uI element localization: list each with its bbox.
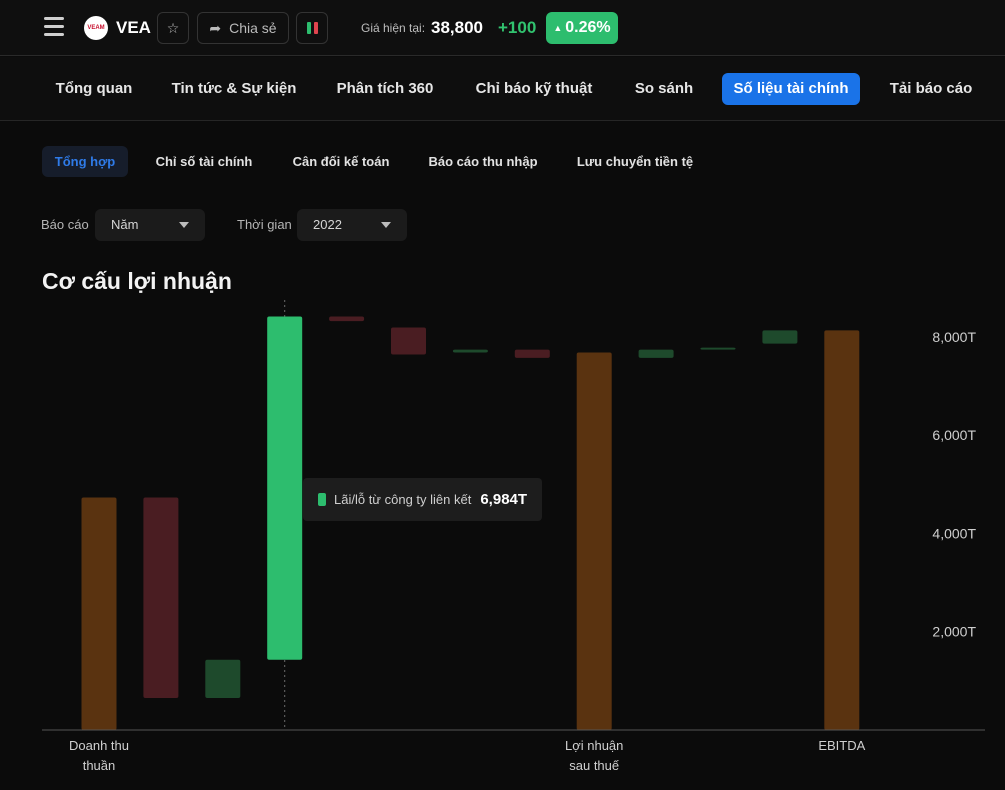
company-logo: VEAM xyxy=(84,16,108,40)
tooltip-value: 6,984T xyxy=(480,491,528,508)
x-category-label: thuần xyxy=(83,758,116,773)
chart-tooltip: Lãi/lỗ từ công ty liên kết 6,984T xyxy=(303,478,542,521)
waterfall-chart: 2,000T 4,000T 6,000T 8,000T Doanh thu thuần Lợ… xyxy=(42,300,985,773)
time-value: 2022 xyxy=(313,217,342,232)
chart-bar-total[interactable] xyxy=(576,352,612,730)
chevron-down-icon xyxy=(381,222,391,228)
x-category-label: Doanh thu xyxy=(69,738,129,753)
tab-news-events[interactable]: Tin tức & Sự kiện xyxy=(168,73,300,105)
report-type-select[interactable]: Năm xyxy=(95,209,205,241)
price-change-pct: 0.26% xyxy=(565,19,611,36)
chart-bar-negative[interactable] xyxy=(391,327,426,355)
subtab-financial-ratios[interactable]: Chỉ số tài chính xyxy=(150,146,258,177)
chart-bar-positive[interactable] xyxy=(452,349,488,353)
caret-up-icon: ▲ xyxy=(553,23,563,33)
y-tick-label: 8,000T xyxy=(932,329,976,345)
share-icon: ➦ xyxy=(209,19,222,36)
y-tick-label: 6,000T xyxy=(932,427,976,443)
menu-icon[interactable] xyxy=(44,17,64,37)
tab-analysis-360[interactable]: Phân tích 360 xyxy=(327,73,443,105)
chart-bar-negative[interactable] xyxy=(329,316,365,322)
price-label: Giá hiện tại: xyxy=(361,21,426,35)
ticker-symbol: VEA xyxy=(116,18,151,37)
favorite-button[interactable]: ☆ xyxy=(157,12,189,44)
time-select[interactable]: 2022 xyxy=(297,209,407,241)
price-change-badge: ▲ 0.26% xyxy=(546,12,618,44)
y-tick-label: 4,000T xyxy=(932,525,976,541)
subtab-summary[interactable]: Tổng hợp xyxy=(42,146,128,177)
star-icon: ☆ xyxy=(166,19,180,36)
main-tabs: Tổng quan Tin tức & Sự kiện Phân tích 36… xyxy=(0,57,1005,121)
tab-overview[interactable]: Tổng quan xyxy=(45,73,143,105)
x-category-label: Lợi nhuận xyxy=(565,738,623,753)
candlestick-icon xyxy=(306,22,311,34)
subtab-balance-sheet[interactable]: Cân đối kế toán xyxy=(286,146,396,177)
tooltip-label: Lãi/lỗ từ công ty liên kết xyxy=(334,492,472,507)
chart-bar-negative[interactable] xyxy=(514,349,550,358)
tab-technical-indicators[interactable]: Chỉ báo kỹ thuật xyxy=(470,73,598,105)
chart-bar-positive[interactable] xyxy=(762,330,798,344)
report-type-value: Năm xyxy=(111,217,139,232)
chart-bar-positive[interactable] xyxy=(638,349,674,358)
chart-bar-positive[interactable] xyxy=(700,347,736,350)
tooltip-swatch xyxy=(318,493,326,506)
x-category-label: sau thuế xyxy=(569,758,620,773)
subtab-cash-flow[interactable]: Lưu chuyển tiền tệ xyxy=(571,146,699,177)
subtab-income-statement[interactable]: Báo cáo thu nhập xyxy=(424,146,542,177)
report-type-label: Báo cáo xyxy=(41,217,89,232)
price-value: 38,800 xyxy=(431,18,483,37)
y-tick-label: 2,000T xyxy=(932,624,976,640)
tab-download-reports[interactable]: Tải báo cáo xyxy=(881,73,981,105)
x-category-label: EBITDA xyxy=(818,738,865,753)
chart-bar-total[interactable] xyxy=(81,497,117,730)
price-change: +100 xyxy=(498,18,537,37)
time-label: Thời gian xyxy=(237,217,292,232)
top-bar: VEAM VEA ☆ ➦ Chia sẻ Giá hiện tại: 38,80… xyxy=(0,0,1005,56)
chart-button[interactable] xyxy=(296,12,328,44)
tab-compare[interactable]: So sánh xyxy=(626,73,702,105)
tab-financial-data[interactable]: Số liệu tài chính xyxy=(722,73,860,105)
chart-bar-highlight[interactable] xyxy=(267,316,303,660)
candlestick-icon xyxy=(313,22,318,34)
chart-bar-positive[interactable] xyxy=(205,659,241,699)
share-button[interactable]: ➦ Chia sẻ xyxy=(197,12,289,44)
share-label: Chia sẻ xyxy=(229,20,277,36)
chart-bar-negative[interactable] xyxy=(143,497,179,699)
chart-bar-total[interactable] xyxy=(824,330,860,730)
chevron-down-icon xyxy=(179,222,189,228)
